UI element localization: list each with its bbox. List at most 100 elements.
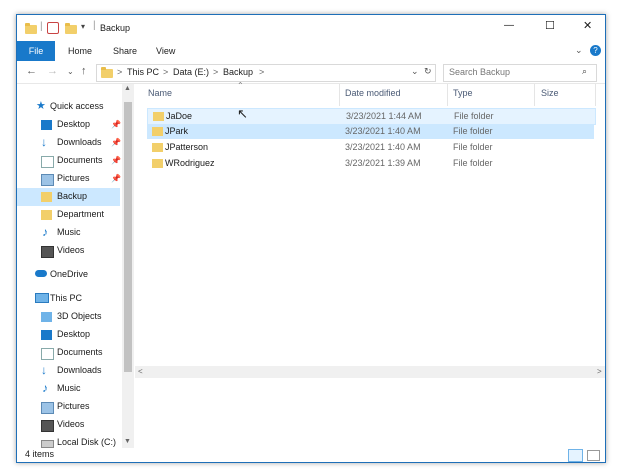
- column-separator[interactable]: [534, 84, 535, 106]
- folder-icon: [25, 23, 37, 34]
- tab-share[interactable]: Share: [113, 41, 137, 61]
- breadcrumb-data-drive[interactable]: Data (E:): [173, 67, 209, 77]
- folder-icon: [41, 192, 52, 202]
- file-tab[interactable]: File: [17, 41, 55, 61]
- ribbon: File Home Share View ⌄ ?: [17, 41, 605, 61]
- nav-item-label: Local Disk (C:): [57, 437, 117, 447]
- breadcrumb-separator-icon[interactable]: >: [213, 67, 218, 77]
- up-arrow-icon[interactable]: ↑: [81, 65, 87, 77]
- breadcrumb-separator-icon[interactable]: >: [259, 67, 264, 77]
- file-row[interactable]: JaDoe 3/23/2021 1:44 AM File folder: [147, 108, 596, 125]
- nav-item-music[interactable]: ♪ Music: [17, 224, 120, 242]
- scroll-right-icon[interactable]: >: [597, 367, 602, 376]
- nav-pc-local-disk[interactable]: Local Disk (C:): [17, 434, 120, 448]
- file-row[interactable]: JPatterson 3/23/2021 1:40 AM File folder: [147, 140, 594, 155]
- folder-icon: [152, 143, 163, 152]
- file-type: File folder: [453, 158, 493, 168]
- pictures-icon: [41, 174, 54, 186]
- tab-view[interactable]: View: [156, 41, 175, 61]
- navigation-pane: ★ Quick access Desktop 📌 ↓ Downloads 📌 D…: [17, 84, 122, 448]
- videos-icon: [41, 246, 54, 258]
- quick-access-toolbar-dropdown-icon[interactable]: ▾: [81, 22, 85, 31]
- search-input[interactable]: Search Backup ⌕: [443, 64, 597, 82]
- maximize-button[interactable]: ☐: [545, 19, 555, 32]
- nav-item-label: 3D Objects: [57, 311, 102, 321]
- file-row[interactable]: JPark 3/23/2021 1:40 AM File folder: [147, 124, 594, 139]
- tab-home[interactable]: Home: [68, 41, 92, 61]
- nav-item-documents[interactable]: Documents 📌: [17, 152, 121, 170]
- recent-locations-icon[interactable]: ⌄: [67, 67, 74, 76]
- forward-arrow-icon[interactable]: →: [47, 65, 58, 77]
- nav-pc-music[interactable]: ♪ Music: [17, 380, 120, 398]
- back-arrow-icon[interactable]: ←: [26, 65, 37, 77]
- nav-pc-pictures[interactable]: Pictures: [17, 398, 120, 416]
- search-icon[interactable]: ⌕: [582, 66, 587, 77]
- file-type: File folder: [453, 126, 493, 136]
- nav-item-label: Videos: [57, 245, 85, 255]
- nav-item-videos[interactable]: Videos: [17, 242, 120, 260]
- nav-scrollbar-thumb[interactable]: [124, 102, 132, 372]
- nav-item-label: Desktop: [57, 329, 91, 339]
- nav-item-desktop[interactable]: Desktop 📌: [17, 116, 121, 134]
- folder-icon: [152, 159, 163, 168]
- window-title: Backup: [100, 23, 131, 33]
- nav-this-pc[interactable]: This PC: [17, 290, 120, 308]
- separator-icon: |: [93, 20, 96, 31]
- minimize-button[interactable]: —: [504, 20, 514, 31]
- breadcrumb-separator-icon[interactable]: >: [117, 67, 122, 77]
- address-dropdown-icon[interactable]: ⌄: [411, 66, 419, 77]
- new-folder-icon[interactable]: [65, 23, 77, 34]
- file-date: 3/23/2021 1:40 AM: [345, 142, 421, 152]
- explorer-window: | ▾ | Backup — ☐ ✕ File Home Share View …: [16, 14, 606, 463]
- horizontal-scrollbar[interactable]: < >: [135, 366, 605, 378]
- separator-icon: |: [40, 21, 43, 32]
- large-icons-view-icon[interactable]: [587, 450, 600, 461]
- scroll-down-icon[interactable]: ▼: [124, 438, 131, 445]
- details-view-icon[interactable]: [568, 449, 583, 462]
- column-header-type[interactable]: Type: [453, 88, 473, 98]
- breadcrumb-this-pc[interactable]: This PC: [127, 67, 159, 77]
- scroll-up-icon[interactable]: ▲: [124, 85, 131, 92]
- nav-item-backup[interactable]: Backup: [17, 188, 120, 206]
- column-separator[interactable]: [339, 84, 340, 106]
- breadcrumb-separator-icon[interactable]: >: [163, 67, 168, 77]
- refresh-icon[interactable]: ↻: [424, 66, 432, 77]
- ribbon-expand-icon[interactable]: ⌄: [575, 45, 583, 56]
- nav-item-downloads[interactable]: ↓ Downloads 📌: [17, 134, 121, 152]
- nav-quick-access[interactable]: ★ Quick access: [17, 98, 120, 116]
- column-separator[interactable]: [447, 84, 448, 106]
- file-row[interactable]: WRodriguez 3/23/2021 1:39 AM File folder: [147, 156, 594, 171]
- nav-pc-documents[interactable]: Documents: [17, 344, 120, 362]
- nav-pc-desktop[interactable]: Desktop: [17, 326, 120, 344]
- file-name: WRodriguez: [165, 158, 215, 168]
- file-name: JPark: [165, 126, 189, 136]
- scroll-left-icon[interactable]: <: [138, 367, 143, 376]
- mouse-cursor-icon: ↖: [237, 106, 248, 121]
- column-header-size[interactable]: Size: [541, 88, 559, 98]
- pin-icon: 📌: [111, 120, 121, 129]
- breadcrumb-backup[interactable]: Backup: [223, 67, 253, 77]
- nav-pc-videos[interactable]: Videos: [17, 416, 120, 434]
- nav-item-pictures[interactable]: Pictures 📌: [17, 170, 121, 188]
- close-button[interactable]: ✕: [583, 19, 592, 32]
- properties-check-icon[interactable]: [47, 22, 59, 34]
- download-arrow-icon: ↓: [41, 135, 47, 149]
- computer-icon: [35, 293, 49, 303]
- nav-pc-downloads[interactable]: ↓ Downloads: [17, 362, 120, 380]
- folder-icon: [152, 127, 163, 136]
- nav-item-department[interactable]: Department: [17, 206, 120, 224]
- address-row: ← → ⌄ ↑ > This PC > Data (E:) > Backup >…: [17, 61, 605, 84]
- help-icon[interactable]: ?: [590, 45, 601, 56]
- column-header-date-modified[interactable]: Date modified: [345, 88, 401, 98]
- address-bar[interactable]: > This PC > Data (E:) > Backup > ⌄ ↻: [96, 64, 436, 82]
- nav-item-label: Department: [57, 209, 105, 219]
- nav-item-label: Backup: [57, 191, 88, 201]
- column-header-name[interactable]: Name: [148, 88, 172, 98]
- file-list-pane: ⌃ Name Date modified Type Size JaDoe 3/2…: [135, 81, 605, 448]
- music-note-icon: ♪: [42, 381, 48, 395]
- column-separator[interactable]: [595, 84, 596, 106]
- nav-onedrive[interactable]: OneDrive: [17, 266, 120, 284]
- nav-pc-3d-objects[interactable]: 3D Objects: [17, 308, 120, 326]
- nav-scrollbar[interactable]: ▲ ▼: [122, 84, 134, 448]
- nav-item-label: Music: [57, 227, 81, 237]
